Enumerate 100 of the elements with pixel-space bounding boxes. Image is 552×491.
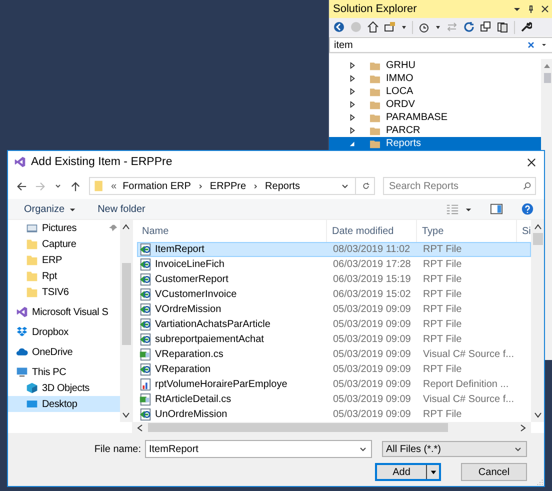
chevron-right-icon[interactable] (196, 182, 204, 190)
date-cell-text: 05/03/2019 09:09 (332, 349, 412, 360)
file-row[interactable]: InvoiceLineFich 06/03/2019 17:28 RPT File (137, 257, 531, 272)
file-row[interactable]: VReparation 05/03/2019 09:09 RPT File (137, 362, 531, 377)
chevron-down-icon[interactable] (54, 182, 62, 190)
file-row[interactable]: VOrdreMission 05/03/2019 09:09 RPT File (137, 302, 531, 317)
new-folder-button[interactable]: New folder (96, 204, 148, 214)
view-options-icon[interactable] (446, 203, 459, 215)
tree-item[interactable]: IMMO (329, 72, 541, 85)
caret-icon[interactable] (430, 468, 436, 476)
search-field[interactable]: Search Reports (383, 177, 536, 195)
nav-item[interactable]: This PC (8, 364, 120, 380)
report-file-icon (139, 303, 152, 316)
tree-item[interactable]: PARAMBASE (329, 111, 541, 124)
address-bar[interactable]: « Formation ERP ERPPre Reports (89, 177, 375, 195)
scrollbar[interactable] (132, 422, 531, 433)
copy-files-icon[interactable] (497, 21, 509, 33)
folder-icon (369, 112, 381, 122)
report-file-icon (139, 363, 152, 376)
scroll-left-icon[interactable] (136, 424, 144, 432)
nav-item[interactable]: Microsoft Visual S (8, 304, 120, 320)
report-file-icon (139, 333, 152, 346)
back-icon[interactable] (333, 21, 345, 33)
resize-grip-icon[interactable] (537, 479, 543, 485)
file-row[interactable]: VCustomerInvoice 06/03/2019 15:02 RPT File (137, 287, 531, 302)
chevron-right-icon[interactable] (252, 182, 260, 190)
refresh-icon[interactable] (362, 182, 370, 190)
file-row[interactable]: VReparation.cs 05/03/2019 09:09 Visual C# Source f... (137, 347, 531, 362)
file-row[interactable]: ItemReport 08/03/2019 11:02 RPT File (137, 242, 531, 257)
search-icon[interactable] (523, 182, 531, 190)
clear-icon[interactable] (527, 41, 535, 49)
dropdown-icon[interactable] (513, 5, 521, 13)
back-arrow-icon[interactable] (16, 180, 27, 192)
close-icon[interactable] (541, 5, 549, 13)
search-field[interactable]: item (329, 37, 552, 53)
scroll-right-icon[interactable] (519, 424, 527, 432)
file-row[interactable]: VartiationAchatsParArticle 05/03/2019 09:09 RPT File (137, 317, 531, 332)
nav-item[interactable]: Desktop (8, 396, 120, 412)
close-icon[interactable] (527, 158, 536, 166)
breadcrumb[interactable]: Formation ERP (122, 180, 191, 192)
visual-studio-icon (14, 156, 26, 168)
clock-icon[interactable] (418, 21, 430, 33)
file-row[interactable]: RtArticleDetail.cs 05/03/2019 09:09 Visual C# Source f... (137, 392, 531, 407)
scroll-up-icon[interactable] (122, 223, 130, 231)
chevron-down-icon[interactable] (341, 182, 349, 190)
tree-item[interactable]: Reports (329, 137, 541, 150)
nav-item[interactable]: Capture (8, 236, 120, 252)
up-arrow-icon[interactable] (70, 180, 81, 192)
help-icon[interactable] (521, 203, 534, 215)
breadcrumb[interactable]: Reports (265, 180, 300, 192)
scroll-thumb[interactable] (148, 423, 448, 432)
nav-item[interactable]: TSIV6 (8, 284, 120, 300)
nav-item[interactable]: ERP (8, 252, 120, 268)
nav-item[interactable]: Rpt (8, 268, 120, 284)
scroll-thumb[interactable] (122, 263, 130, 345)
caret-icon[interactable] (68, 206, 76, 212)
scrollbar[interactable] (120, 220, 132, 422)
date-cell-text: 06/03/2019 15:02 (332, 289, 412, 300)
nav-item[interactable]: OneDrive (8, 344, 120, 360)
expanded-arrow-icon[interactable] (349, 140, 356, 147)
refresh-icon[interactable] (463, 21, 475, 33)
chevron-down-icon[interactable] (514, 445, 522, 453)
search-input[interactable]: Search Reports (389, 180, 523, 192)
nav-item[interactable]: Dropbox (8, 324, 120, 340)
scroll-thumb[interactable] (544, 73, 550, 83)
nav-item[interactable]: Pictures (8, 220, 120, 236)
type-cell-text: RPT File (422, 334, 463, 345)
file-type-dropdown[interactable]: All Files (*.*) (382, 441, 527, 457)
scroll-down-icon[interactable] (534, 411, 542, 419)
scroll-thumb[interactable] (532, 233, 542, 245)
scroll-up-icon[interactable] (534, 223, 542, 231)
breadcrumb[interactable]: ERPPre (210, 180, 246, 192)
organize-button[interactable]: Organize (22, 204, 78, 214)
file-row[interactable]: subreportpaiementAchat 05/03/2019 09:09 RPT File (137, 332, 531, 347)
date-cell-text: 06/03/2019 15:19 (332, 274, 412, 285)
scrollbar[interactable] (531, 220, 544, 422)
file-name-field[interactable]: ItemReport (145, 440, 372, 458)
chevron-down-icon[interactable] (359, 445, 367, 453)
scroll-down-icon[interactable] (122, 411, 130, 419)
file-row[interactable]: CustomerReport 06/03/2019 15:19 RPT File (137, 272, 531, 287)
tree-item[interactable]: PARCR (329, 124, 541, 137)
preview-pane-icon[interactable] (490, 203, 503, 215)
caret-icon[interactable] (465, 206, 472, 212)
tree-item[interactable]: ORDV (329, 98, 541, 111)
file-row[interactable]: UnOrdreMission 05/03/2019 09:09 RPT File (137, 407, 531, 422)
add-button[interactable]: Add (375, 463, 441, 481)
type-cell-text: RPT File (422, 409, 463, 420)
file-row[interactable]: rptVolumeHoraireParEmploye 05/03/2019 09:09 Report Definition ... (137, 377, 531, 392)
column-header[interactable]: Si (517, 220, 531, 242)
tree-item[interactable]: LOCA (329, 85, 541, 98)
tree-item[interactable]: GRHU (329, 59, 541, 72)
folder-icon (93, 180, 105, 192)
home-icon[interactable] (367, 21, 379, 33)
chart-file-icon (139, 378, 152, 391)
dropdown-icon[interactable] (540, 41, 548, 49)
overflow-link[interactable]: « (111, 180, 117, 192)
date-cell-text: 08/03/2019 11:02 (332, 244, 412, 255)
nav-item[interactable]: 3D Objects (8, 380, 120, 396)
cancel-button[interactable]: Cancel (461, 463, 527, 481)
wrench-icon[interactable] (520, 21, 532, 33)
